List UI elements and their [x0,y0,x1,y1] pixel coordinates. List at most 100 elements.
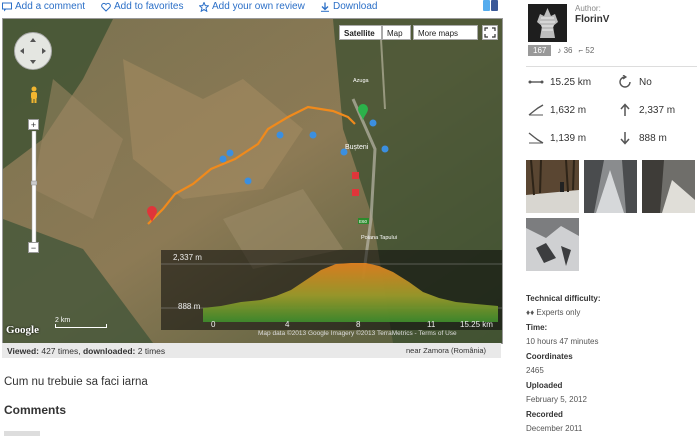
place-label-busteni: Bușteni [345,144,369,151]
author-name[interactable]: FlorinV [575,14,609,25]
detail-label: Technical difficulty: [526,294,601,303]
zoom-in-button[interactable]: + [28,119,39,130]
add-favorites-label: Add to favorites [114,1,184,12]
elevation-x-tick: 15.25 km [460,320,493,329]
facebook-icon[interactable] [491,0,498,11]
waypoint-marker[interactable] [244,177,252,185]
max-altitude-stat: 2,337 m [617,103,675,117]
pan-arrows-icon [20,38,46,64]
fullscreen-icon [484,27,496,38]
downloaded-label: downloaded: [82,346,136,356]
elevation-x-tick: 8 [356,320,361,329]
elevation-gain-value: 1,632 m [550,104,587,116]
elevation-loss-stat: 1,139 m [528,131,586,145]
zoom-out-button[interactable]: − [28,242,39,253]
elevation-x-tick: 11 [427,320,436,329]
sidebar-divider [526,66,697,67]
action-bar: Add a comment Add to favorites Add your … [0,0,500,16]
road-sign [352,172,359,179]
add-review-label: Add your own review [212,1,305,12]
social-icons[interactable] [483,0,499,12]
photo-thumbnail[interactable] [642,160,695,213]
detail-value: December 2011 [526,424,583,433]
photo-thumbnail[interactable] [584,160,637,213]
arrow-up-icon [620,103,630,116]
download-label: Download [333,1,378,12]
scale-bar [55,324,107,328]
author-label: Author: [575,4,601,13]
twitter-icon[interactable] [483,0,490,11]
elevation-chart [161,263,502,322]
elevation-gain-stat: 1,632 m [528,103,586,117]
google-logo: Google [6,324,39,336]
elevation-x-tick: 4 [285,320,290,329]
viewed-label: Viewed: [7,346,39,356]
elevation-profile[interactable]: 2,337 m 888 m 0 4 8 11 15.25 km [161,250,502,330]
street-view-pegman-icon[interactable] [28,86,40,104]
viewed-value: 427 times [41,346,79,356]
download-link[interactable]: Download [320,1,377,12]
distance-stat: 15.25 km [528,75,591,89]
max-altitude-value: 2,337 m [639,104,676,116]
loop-icon [619,75,631,88]
road-sign [352,189,359,196]
distance-value: 15.25 km [550,76,592,88]
fullscreen-button[interactable] [482,25,498,40]
waypoint-marker[interactable] [226,149,234,157]
view-stats-bar: Viewed: 427 times, downloaded: 2 times n… [2,343,501,358]
place-label-poiana-tapului: Poiana Tapului [361,235,397,241]
min-altitude-value: 888 m [639,132,667,144]
detail-value: ♦♦ Experts only [526,308,581,317]
elevation-max-label: 2,337 m [173,253,202,262]
author-avatar[interactable] [528,4,567,42]
trail-count-badge[interactable]: 167 [528,44,552,56]
detail-value: 10 hours 47 minutes [526,337,599,346]
comment-avatar [4,431,40,436]
map-scale: 2 km [55,317,107,328]
add-favorites-link[interactable]: Add to favorites [101,1,183,12]
author-stat-a: ♪ 36 [557,45,573,55]
scale-label: 2 km [55,317,71,324]
detail-value: February 5, 2012 [526,395,587,404]
detail-label: Recorded [526,410,563,419]
elevation-min-label: 888 m [178,302,201,311]
add-comment-link[interactable]: Add a comment [2,1,85,12]
comment-icon [2,2,12,11]
waypoint-marker[interactable] [381,145,389,153]
waypoint-marker[interactable] [369,119,377,127]
detail-label: Time: [526,323,548,332]
heart-icon [101,2,111,12]
waypoint-marker[interactable] [309,131,317,139]
map-button[interactable]: Map [382,25,411,40]
detail-label: Coordinates [526,352,573,361]
min-altitude-stat: 888 m [617,131,667,145]
add-review-link[interactable]: Add your own review [199,1,305,12]
photo-thumbnail[interactable] [526,218,579,271]
elevation-x-tick: 0 [211,320,216,329]
waypoint-marker[interactable] [219,155,227,163]
elevation-loss-value: 1,139 m [550,132,587,144]
trail-title: Cum nu trebuie sa faci iarna [4,376,148,388]
satellite-button[interactable]: Satellite [339,25,382,40]
author-badges: 167 ♪ 36 ⌐ 52 [528,44,594,56]
loop-value: No [639,76,652,88]
star-icon [199,1,209,12]
pan-control[interactable] [14,32,52,70]
author-stat-b: ⌐ 52 [578,45,595,55]
detail-value: 2465 [526,366,544,375]
more-maps-button[interactable]: More maps [413,25,478,40]
elevation-loss-icon [528,132,544,144]
waypoint-marker[interactable] [276,131,284,139]
road-label: E60 [359,219,368,224]
loop-stat: No [617,75,652,89]
elevation-gain-icon [528,104,544,116]
map-copyright[interactable]: Map data ©2013 Google Imagery ©2013 Terr… [258,330,457,337]
detail-label: Uploaded [526,381,563,390]
photo-thumbnail[interactable] [526,160,579,213]
arrow-down-icon [620,132,630,145]
add-comment-label: Add a comment [15,1,86,12]
trail-map[interactable]: E60 Bușteni Azuga Poiana Tapului Satelli… [2,18,503,344]
comments-heading: Comments [4,403,67,417]
place-label-azuga: Azuga [353,78,370,84]
download-icon [321,2,329,12]
